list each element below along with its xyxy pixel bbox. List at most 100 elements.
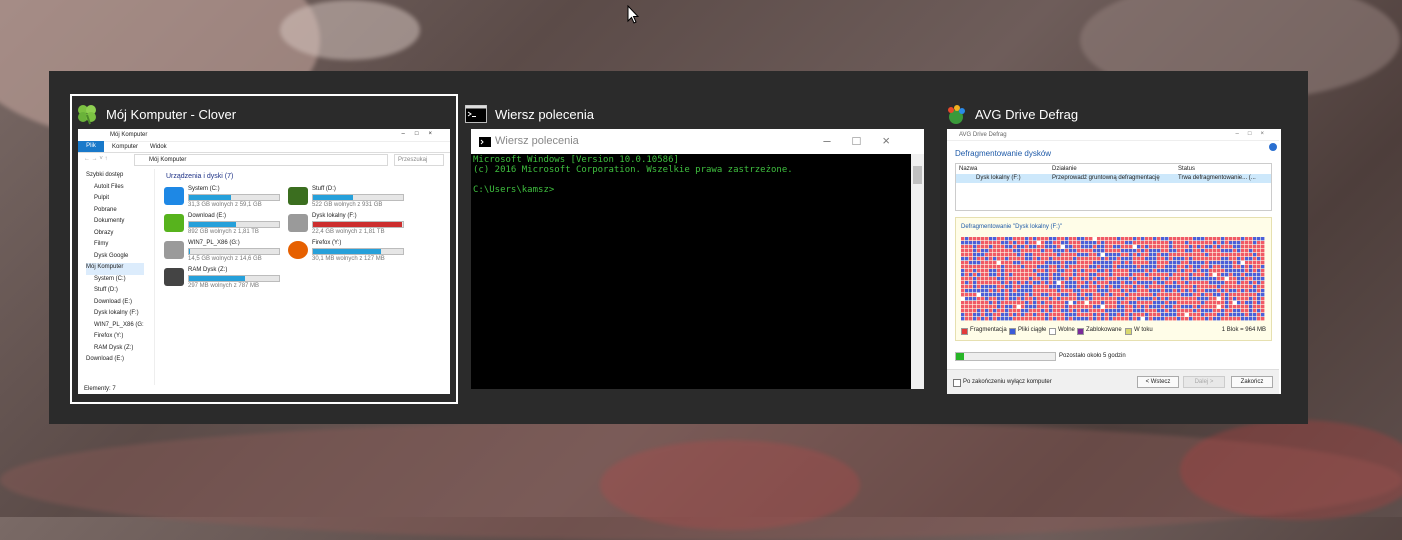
cluster-block xyxy=(981,285,985,289)
cluster-block xyxy=(1177,277,1181,281)
cluster-block xyxy=(1041,293,1045,297)
cluster-block xyxy=(1181,261,1185,265)
cluster-block xyxy=(1069,317,1073,321)
address-bar[interactable]: Mój Komputer xyxy=(134,154,388,166)
window-card-explorer[interactable]: Mój Komputer - Clover Mój Komputer –□× P… xyxy=(70,94,458,404)
sidebar-item[interactable]: Firefox (Y:) xyxy=(86,332,144,344)
ribbon-tab-file[interactable]: Plik xyxy=(78,141,104,152)
finish-button[interactable]: Zakończ xyxy=(1231,376,1273,388)
col-status[interactable]: Status xyxy=(1178,165,1195,173)
cluster-block xyxy=(1125,281,1129,285)
table-row[interactable]: Dysk lokalny (F:) Przeprowadź gruntowną … xyxy=(956,174,1271,183)
drive-item[interactable]: Download (E:) 892 GB wolnych z 1,81 TB xyxy=(164,212,286,238)
nav-arrows[interactable]: ← → ˅ ↑ xyxy=(84,155,108,163)
next-button[interactable]: Dalej > xyxy=(1183,376,1225,388)
scrollbar[interactable] xyxy=(911,154,924,389)
sidebar-item[interactable]: Download (E:) xyxy=(86,298,144,310)
sidebar-item[interactable]: Szybki dostęp xyxy=(86,171,144,183)
drive-name: WIN7_PL_X86 (G:) xyxy=(188,240,240,246)
cluster-block xyxy=(1029,261,1033,265)
clover-icon xyxy=(78,105,96,125)
cluster-block xyxy=(1017,281,1021,285)
sidebar-item[interactable]: Obrazy xyxy=(86,229,144,241)
drive-item[interactable]: WIN7_PL_X86 (G:) 14,5 GB wolnych z 14,6 G… xyxy=(164,239,286,265)
cluster-block xyxy=(1201,245,1205,249)
cluster-block xyxy=(1029,309,1033,313)
cluster-block xyxy=(1149,237,1153,241)
cluster-block xyxy=(1213,281,1217,285)
sidebar-item[interactable]: Pulpit xyxy=(86,194,144,206)
cluster-block xyxy=(1237,245,1241,249)
sidebar-item[interactable]: Stuff (D:) xyxy=(86,286,144,298)
col-action[interactable]: Działanie xyxy=(1052,165,1077,173)
cluster-block xyxy=(1209,281,1213,285)
sidebar-item[interactable]: Pobrane xyxy=(86,206,144,218)
cluster-block xyxy=(1017,265,1021,269)
cluster-block xyxy=(1089,281,1093,285)
cluster-block xyxy=(1005,257,1009,261)
window-card-avg[interactable]: AVG Drive Defrag AVG Drive Defrag –□× De… xyxy=(939,94,1281,404)
cluster-block xyxy=(1169,293,1173,297)
help-icon[interactable] xyxy=(1269,143,1277,151)
sidebar-item[interactable]: System (C:) xyxy=(86,275,144,287)
cluster-block xyxy=(1097,269,1101,273)
cluster-block xyxy=(1045,265,1049,269)
window-controls[interactable]: –□× xyxy=(402,130,442,138)
ribbon-tab-computer[interactable]: Komputer xyxy=(112,143,138,151)
cluster-block xyxy=(1053,281,1057,285)
search-input[interactable]: Przeszukaj xyxy=(394,154,444,166)
back-button[interactable]: < Wstecz xyxy=(1137,376,1179,388)
window-controls[interactable]: –□× xyxy=(823,133,912,148)
cluster-block xyxy=(1077,237,1081,241)
sidebar-item[interactable]: Dysk Google xyxy=(86,252,144,264)
drive-item[interactable]: RAM Dysk (Z:) 297 MB wolnych z 787 MB xyxy=(164,266,286,292)
cluster-block xyxy=(993,269,997,273)
sidebar-item[interactable]: Download (E:) xyxy=(86,355,144,367)
drive-item[interactable]: System (C:) 31,3 GB wolnych z 59,1 GB xyxy=(164,185,286,211)
ribbon-tab-view[interactable]: Widok xyxy=(150,143,167,151)
cluster-block xyxy=(1221,285,1225,289)
cluster-block xyxy=(1113,317,1117,321)
col-name[interactable]: Nazwa xyxy=(959,165,977,173)
cluster-block xyxy=(1061,301,1065,305)
sidebar-item[interactable]: RAM Dysk (Z:) xyxy=(86,344,144,356)
cluster-block xyxy=(1257,297,1261,301)
shutdown-checkbox[interactable] xyxy=(953,379,961,387)
cluster-block xyxy=(1017,297,1021,301)
cluster-block xyxy=(1029,273,1033,277)
cluster-block xyxy=(1197,265,1201,269)
cluster-block xyxy=(1013,249,1017,253)
cluster-block xyxy=(1201,265,1205,269)
sidebar-item[interactable]: Dokumenty xyxy=(86,217,144,229)
drive-item[interactable]: Dysk lokalny (F:) 22,4 GB wolnych z 1,81 … xyxy=(288,212,410,238)
cluster-block xyxy=(961,249,965,253)
window-controls[interactable]: –□× xyxy=(1236,130,1273,138)
console-output[interactable]: Microsoft Windows [Version 10.0.10586] (c… xyxy=(473,155,909,195)
cluster-block xyxy=(1101,297,1105,301)
cluster-block xyxy=(1125,257,1129,261)
window-card-cmd[interactable]: Wiersz polecenia Wiersz polecenia –□× Mi… xyxy=(465,94,929,404)
cluster-block xyxy=(1253,293,1257,297)
cluster-block xyxy=(1173,281,1177,285)
sidebar-item[interactable]: Mój Komputer xyxy=(86,263,144,275)
cluster-block xyxy=(1049,261,1053,265)
cluster-block xyxy=(1237,265,1241,269)
cluster-block xyxy=(1205,237,1209,241)
cluster-block xyxy=(1041,301,1045,305)
cluster-block xyxy=(1165,269,1169,273)
sidebar-item[interactable]: Autoit Files xyxy=(86,183,144,195)
cluster-block xyxy=(1257,305,1261,309)
sidebar-item[interactable]: Dysk lokalny (F:) xyxy=(86,309,144,321)
hard-drive-icon xyxy=(164,241,184,259)
drive-item[interactable]: Firefox (Y:) 30,1 MB wolnych z 127 MB xyxy=(288,239,410,265)
cluster-block xyxy=(977,265,981,269)
drive-table[interactable]: Nazwa Działanie Status Dysk lokalny (F:)… xyxy=(955,163,1272,211)
cluster-block xyxy=(989,253,993,257)
drive-item[interactable]: Stuff (D:) 522 GB wolnych z 931 GB xyxy=(288,185,410,211)
cluster-block xyxy=(973,269,977,273)
cluster-block xyxy=(1089,285,1093,289)
sidebar-item[interactable]: WIN7_PL_X86 (G: xyxy=(86,321,144,333)
cluster-block xyxy=(1005,297,1009,301)
cluster-block xyxy=(1165,281,1169,285)
sidebar-item[interactable]: Filmy xyxy=(86,240,144,252)
